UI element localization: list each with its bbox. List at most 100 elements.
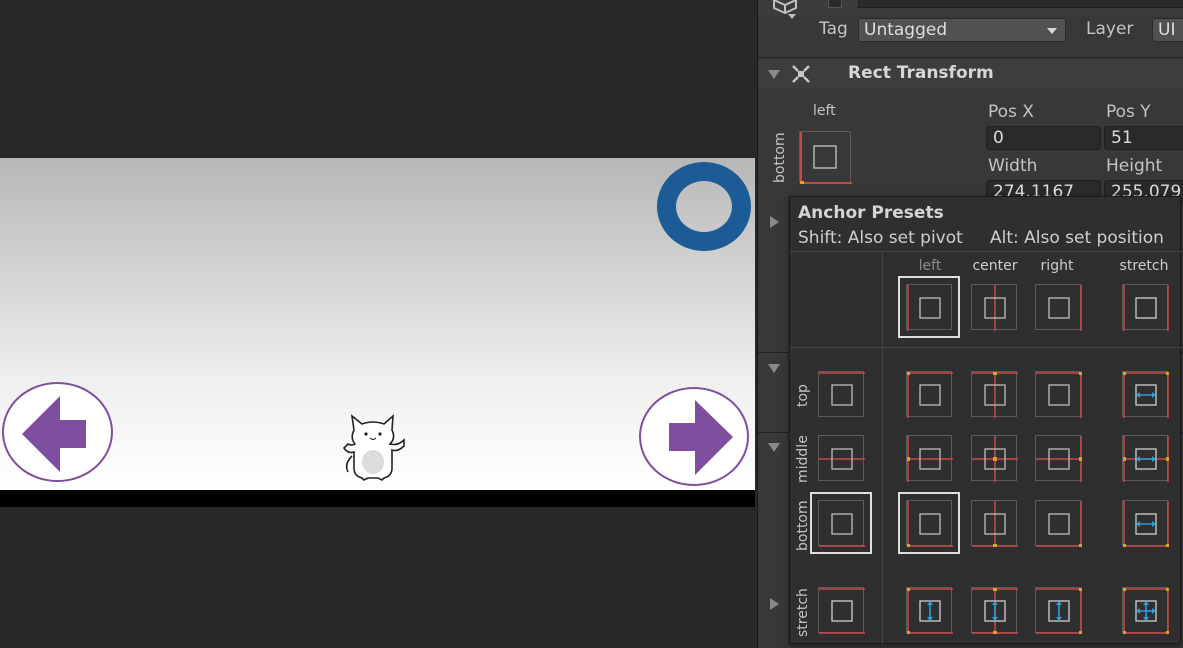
pos-y-field[interactable]: 51 — [1104, 126, 1183, 150]
chevron-down-icon — [1047, 28, 1057, 34]
move-left-button[interactable] — [2, 382, 113, 482]
divider — [758, 57, 1183, 58]
anchor-preset-stretch-center[interactable] — [971, 587, 1018, 634]
anchor-preset-col-stretch[interactable] — [1122, 284, 1169, 331]
tag-value: Untagged — [864, 20, 948, 40]
anchor-preset-middle-left[interactable] — [906, 435, 953, 482]
cat-character — [342, 414, 405, 481]
anchor-preset-icon — [972, 588, 1018, 634]
anchor-preset-bottom-row[interactable] — [810, 492, 872, 554]
anchor-bottom-left-icon — [800, 132, 852, 185]
row-header-top: top — [795, 384, 811, 407]
anchor-preset-icon — [907, 436, 953, 482]
alt-hint: Alt: Also set position — [990, 228, 1164, 248]
anchor-preset-top-right[interactable] — [1035, 371, 1082, 418]
rect-transform-header[interactable]: Rect Transform — [758, 59, 1183, 89]
anchor-preset-top-center[interactable] — [971, 371, 1018, 418]
anchor-presets-popup: Anchor Presets Shift: Also set pivot Alt… — [789, 196, 1182, 645]
anchor-preset-top-row[interactable] — [818, 371, 865, 417]
object-name-field[interactable] — [858, 0, 1183, 8]
tag-dropdown[interactable]: Untagged — [858, 18, 1066, 42]
anchor-preset-icon — [984, 285, 1006, 331]
anchor-preset-icon — [1048, 285, 1082, 331]
arrow-left-icon — [22, 396, 86, 472]
divider — [790, 347, 1182, 348]
anchor-preset-icon — [819, 372, 865, 406]
anchor-preset-middle-right[interactable] — [1035, 435, 1082, 482]
foldout-expanded-icon[interactable] — [768, 443, 780, 452]
anchor-preset-bottom-right[interactable] — [1035, 500, 1082, 547]
anchor-preset-icon — [972, 501, 1018, 547]
anchor-preset-middle-row[interactable] — [818, 435, 865, 481]
anchor-preset-icon — [1036, 372, 1082, 418]
foldout-collapsed-icon[interactable] — [770, 216, 779, 228]
foldout-collapsed-icon[interactable] — [770, 598, 779, 610]
column-header-center: center — [972, 258, 1018, 274]
anchor-preset-icon — [1036, 436, 1082, 482]
width-label: Width — [988, 156, 1038, 176]
anchor-preset-icon — [1123, 436, 1169, 482]
gameobject-cube-icon — [773, 0, 797, 19]
game-view — [0, 0, 756, 648]
anchor-preset-col-left[interactable] — [898, 276, 960, 338]
column-header-left: left — [918, 258, 942, 274]
move-right-button[interactable] — [639, 387, 749, 486]
anchor-preset-button[interactable] — [799, 131, 852, 185]
anchor-preset-icon — [1123, 588, 1169, 634]
anchor-preset-icon — [819, 513, 865, 547]
anchor-h-label: left — [813, 103, 836, 119]
anchor-preset-icon — [819, 588, 865, 634]
foldout-expanded-icon — [768, 70, 780, 79]
height-label: Height — [1106, 156, 1163, 176]
anchor-preset-icon — [1036, 501, 1082, 547]
column-header-stretch: stretch — [1119, 258, 1169, 274]
anchor-preset-col-center[interactable] — [971, 284, 1017, 331]
anchor-preset-top-stretch[interactable] — [1122, 371, 1169, 418]
pos-x-label: Pos X — [988, 102, 1034, 122]
anchor-preset-bottom-center[interactable] — [971, 500, 1018, 547]
anchor-preset-icon — [907, 285, 941, 331]
anchor-preset-icon — [1123, 372, 1169, 418]
anchor-preset-bottom-stretch[interactable] — [1122, 500, 1169, 547]
divider — [882, 251, 883, 645]
anchor-preset-stretch-left[interactable] — [906, 587, 953, 634]
anchor-preset-icon — [1123, 501, 1169, 547]
row-header-middle: middle — [795, 435, 811, 483]
anchor-preset-stretch-row[interactable] — [818, 587, 865, 634]
anchor-preset-icon — [972, 372, 1018, 418]
arrow-right-icon — [669, 400, 733, 475]
anchor-v-label: bottom — [772, 132, 788, 183]
anchor-preset-col-right[interactable] — [1035, 284, 1082, 331]
layer-dropdown[interactable]: UI — [1152, 18, 1183, 42]
anchor-preset-top-left[interactable] — [906, 371, 953, 418]
row-header-stretch: stretch — [795, 588, 811, 637]
anchor-preset-icon — [907, 588, 953, 634]
active-checkbox[interactable] — [828, 0, 842, 8]
anchor-preset-icon — [1036, 588, 1082, 634]
anchor-preset-icon — [1123, 285, 1169, 331]
foldout-expanded-icon[interactable] — [768, 364, 780, 373]
rect-transform-icon — [792, 65, 810, 83]
anchor-preset-middle-stretch[interactable] — [1122, 435, 1169, 482]
shift-hint: Shift: Also set pivot — [798, 228, 963, 248]
anchor-preset-icon — [972, 436, 1018, 482]
inspector-header — [758, 0, 1183, 16]
row-header-bottom: bottom — [795, 500, 811, 551]
layer-value: UI — [1158, 20, 1176, 40]
ground-bar — [0, 490, 755, 507]
tag-label: Tag — [819, 19, 848, 39]
anchor-preset-stretch-right[interactable] — [1035, 587, 1082, 634]
layer-label: Layer — [1086, 19, 1134, 39]
pos-y-label: Pos Y — [1106, 102, 1151, 122]
component-title: Rect Transform — [848, 63, 994, 83]
anchor-preset-bottom-left[interactable] — [898, 492, 960, 554]
column-header-right: right — [1040, 258, 1074, 274]
anchor-preset-middle-center[interactable] — [971, 435, 1018, 482]
anchor-preset-stretch-stretch[interactable] — [1122, 587, 1169, 634]
popup-title: Anchor Presets — [798, 203, 944, 223]
anchor-preset-icon — [907, 372, 953, 418]
pos-x-field[interactable]: 0 — [986, 126, 1101, 150]
divider — [790, 251, 1182, 252]
anchor-preset-icon — [907, 501, 953, 547]
anchor-preset-icon — [819, 448, 865, 470]
